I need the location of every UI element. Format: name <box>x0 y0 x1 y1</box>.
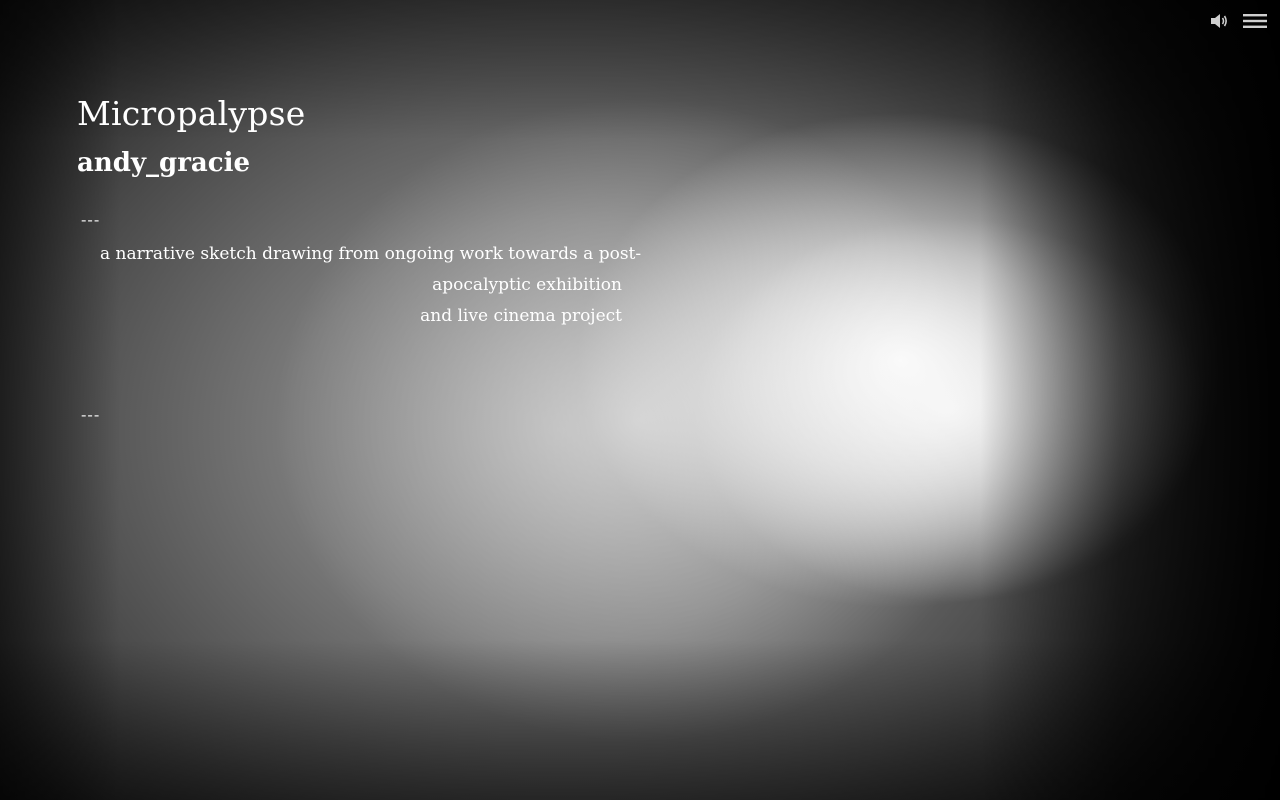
top-right-controls <box>1207 10 1267 32</box>
sound-toggle-button[interactable] <box>1207 10 1231 32</box>
description-line: a narrative sketch drawing from ongoing … <box>100 244 642 264</box>
background-video-frame: Micropalypse andy_gracie --- a narrative… <box>0 0 1280 800</box>
project-description: a narrative sketch drawing from ongoing … <box>100 239 642 332</box>
divider-bottom: --- <box>81 405 101 424</box>
divider-top: --- <box>81 210 101 229</box>
project-title: Micropalypse <box>77 94 306 133</box>
hamburger-menu-icon <box>1243 14 1267 28</box>
description-line: and live cinema project <box>420 306 622 326</box>
author-name: andy_gracie <box>77 148 251 178</box>
description-line: apocalyptic exhibition <box>432 275 622 295</box>
menu-button[interactable] <box>1243 10 1267 32</box>
speaker-icon <box>1211 14 1227 28</box>
